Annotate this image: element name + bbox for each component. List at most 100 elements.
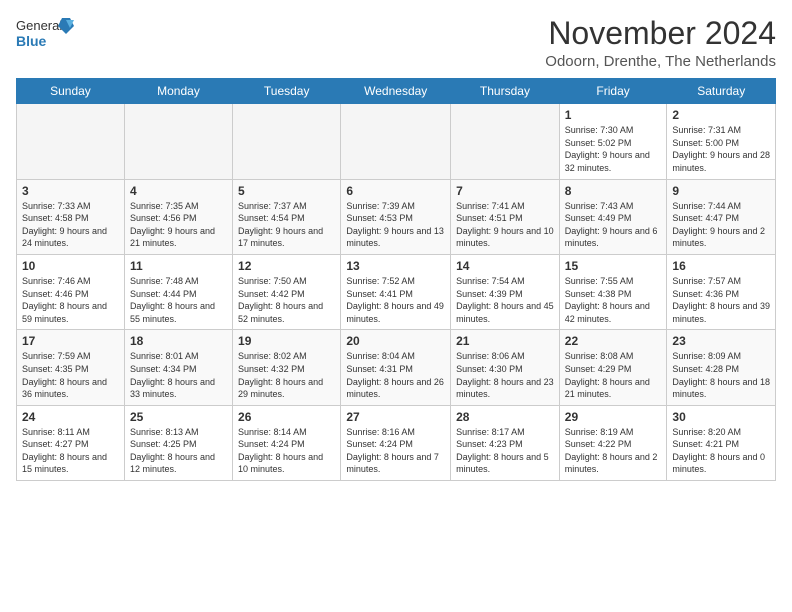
calendar-cell: 18Sunrise: 8:01 AMSunset: 4:34 PMDayligh… xyxy=(124,330,232,405)
calendar-cell xyxy=(233,104,341,179)
day-number: 25 xyxy=(130,410,227,424)
calendar-cell: 17Sunrise: 7:59 AMSunset: 4:35 PMDayligh… xyxy=(17,330,125,405)
calendar-cell: 23 Sunrise: 8:09 AMSunset: 4:28 PMDayligh… xyxy=(667,330,776,405)
day-info: Sunrise: 8:20 AMSunset: 4:21 PMDaylight:… xyxy=(672,426,770,476)
calendar-cell: 11 Sunrise: 7:48 AMSunset: 4:44 PMDayligh… xyxy=(124,254,232,329)
day-number: 3 xyxy=(22,184,119,198)
day-info: Sunrise: 7:44 AMSunset: 4:47 PMDaylight:… xyxy=(672,200,770,250)
calendar-cell xyxy=(451,104,560,179)
day-number: 17 xyxy=(22,334,119,348)
day-info: Sunrise: 8:02 AMSunset: 4:32 PMDaylight:… xyxy=(238,350,335,400)
day-number: 11 xyxy=(130,259,227,273)
day-number: 19 xyxy=(238,334,335,348)
calendar-cell: 21 Sunrise: 8:06 AMSunset: 4:30 PMDayligh… xyxy=(451,330,560,405)
day-info: Sunrise: 7:41 AMSunset: 4:51 PMDaylight:… xyxy=(456,200,554,250)
day-number: 9 xyxy=(672,184,770,198)
calendar-cell: 2 Sunrise: 7:31 AMSunset: 5:00 PMDaylight… xyxy=(667,104,776,179)
calendar-cell: 13Sunrise: 7:52 AMSunset: 4:41 PMDayligh… xyxy=(341,254,451,329)
day-info: Sunrise: 7:50 AMSunset: 4:42 PMDaylight:… xyxy=(238,275,335,325)
day-info: Sunrise: 8:11 AMSunset: 4:27 PMDaylight:… xyxy=(22,426,119,476)
month-title: November 2024 xyxy=(545,16,776,51)
calendar-cell: 27Sunrise: 8:16 AMSunset: 4:24 PMDayligh… xyxy=(341,405,451,480)
day-number: 21 xyxy=(456,334,554,348)
weekday-header-friday: Friday xyxy=(559,79,667,104)
calendar-cell: 16Sunrise: 7:57 AMSunset: 4:36 PMDayligh… xyxy=(667,254,776,329)
day-info: Sunrise: 7:33 AMSunset: 4:58 PMDaylight:… xyxy=(22,200,119,250)
calendar-cell: 9 Sunrise: 7:44 AMSunset: 4:47 PMDaylight… xyxy=(667,179,776,254)
calendar-cell: 22Sunrise: 8:08 AMSunset: 4:29 PMDayligh… xyxy=(559,330,667,405)
calendar-week-5: 24 Sunrise: 8:11 AMSunset: 4:27 PMDayligh… xyxy=(17,405,776,480)
calendar-body: 1 Sunrise: 7:30 AMSunset: 5:02 PMDaylight… xyxy=(17,104,776,481)
day-number: 1 xyxy=(565,108,662,122)
day-info: Sunrise: 7:57 AMSunset: 4:36 PMDaylight:… xyxy=(672,275,770,325)
day-number: 29 xyxy=(565,410,662,424)
calendar-table: SundayMondayTuesdayWednesdayThursdayFrid… xyxy=(16,78,776,481)
day-info: Sunrise: 7:35 AMSunset: 4:56 PMDaylight:… xyxy=(130,200,227,250)
calendar-cell: 25 Sunrise: 8:13 AMSunset: 4:25 PMDayligh… xyxy=(124,405,232,480)
day-info: Sunrise: 8:14 AMSunset: 4:24 PMDaylight:… xyxy=(238,426,335,476)
day-info: Sunrise: 7:30 AMSunset: 5:02 PMDaylight:… xyxy=(565,124,662,174)
calendar-cell: 8Sunrise: 7:43 AMSunset: 4:49 PMDaylight… xyxy=(559,179,667,254)
day-info: Sunrise: 8:13 AMSunset: 4:25 PMDaylight:… xyxy=(130,426,227,476)
day-number: 23 xyxy=(672,334,770,348)
calendar-cell: 6Sunrise: 7:39 AMSunset: 4:53 PMDaylight… xyxy=(341,179,451,254)
day-info: Sunrise: 8:16 AMSunset: 4:24 PMDaylight:… xyxy=(346,426,445,476)
calendar-cell: 4 Sunrise: 7:35 AMSunset: 4:56 PMDaylight… xyxy=(124,179,232,254)
day-info: Sunrise: 7:31 AMSunset: 5:00 PMDaylight:… xyxy=(672,124,770,174)
day-number: 4 xyxy=(130,184,227,198)
calendar-cell xyxy=(17,104,125,179)
calendar-week-2: 3 Sunrise: 7:33 AMSunset: 4:58 PMDaylight… xyxy=(17,179,776,254)
day-number: 10 xyxy=(22,259,119,273)
day-info: Sunrise: 7:55 AMSunset: 4:38 PMDaylight:… xyxy=(565,275,662,325)
day-number: 12 xyxy=(238,259,335,273)
day-info: Sunrise: 8:04 AMSunset: 4:31 PMDaylight:… xyxy=(346,350,445,400)
day-info: Sunrise: 8:08 AMSunset: 4:29 PMDaylight:… xyxy=(565,350,662,400)
calendar-cell xyxy=(341,104,451,179)
location-subtitle: Odoorn, Drenthe, The Netherlands xyxy=(545,53,776,70)
svg-text:Blue: Blue xyxy=(16,33,47,49)
calendar-cell xyxy=(124,104,232,179)
day-info: Sunrise: 7:54 AMSunset: 4:39 PMDaylight:… xyxy=(456,275,554,325)
calendar-week-4: 17Sunrise: 7:59 AMSunset: 4:35 PMDayligh… xyxy=(17,330,776,405)
day-info: Sunrise: 8:17 AMSunset: 4:23 PMDaylight:… xyxy=(456,426,554,476)
day-number: 13 xyxy=(346,259,445,273)
calendar-cell: 20Sunrise: 8:04 AMSunset: 4:31 PMDayligh… xyxy=(341,330,451,405)
day-number: 28 xyxy=(456,410,554,424)
day-number: 6 xyxy=(346,184,445,198)
svg-text:General: General xyxy=(16,18,62,33)
calendar-cell: 10 Sunrise: 7:46 AMSunset: 4:46 PMDayligh… xyxy=(17,254,125,329)
day-info: Sunrise: 7:43 AMSunset: 4:49 PMDaylight:… xyxy=(565,200,662,250)
weekday-header-row: SundayMondayTuesdayWednesdayThursdayFrid… xyxy=(17,79,776,104)
day-info: Sunrise: 8:06 AMSunset: 4:30 PMDaylight:… xyxy=(456,350,554,400)
weekday-header-monday: Monday xyxy=(124,79,232,104)
weekday-header-tuesday: Tuesday xyxy=(233,79,341,104)
calendar-cell: 29Sunrise: 8:19 AMSunset: 4:22 PMDayligh… xyxy=(559,405,667,480)
calendar-week-1: 1 Sunrise: 7:30 AMSunset: 5:02 PMDaylight… xyxy=(17,104,776,179)
day-number: 30 xyxy=(672,410,770,424)
day-info: Sunrise: 7:37 AMSunset: 4:54 PMDaylight:… xyxy=(238,200,335,250)
page-container: GeneralBlue November 2024 Odoorn, Drenth… xyxy=(0,0,792,489)
calendar-cell: 1 Sunrise: 7:30 AMSunset: 5:02 PMDaylight… xyxy=(559,104,667,179)
day-number: 15 xyxy=(565,259,662,273)
calendar-cell: 14 Sunrise: 7:54 AMSunset: 4:39 PMDayligh… xyxy=(451,254,560,329)
calendar-cell: 26Sunrise: 8:14 AMSunset: 4:24 PMDayligh… xyxy=(233,405,341,480)
calendar-header: SundayMondayTuesdayWednesdayThursdayFrid… xyxy=(17,79,776,104)
weekday-header-thursday: Thursday xyxy=(451,79,560,104)
calendar-cell: 24 Sunrise: 8:11 AMSunset: 4:27 PMDayligh… xyxy=(17,405,125,480)
calendar-cell: 5Sunrise: 7:37 AMSunset: 4:54 PMDaylight… xyxy=(233,179,341,254)
day-number: 2 xyxy=(672,108,770,122)
calendar-cell: 15 Sunrise: 7:55 AMSunset: 4:38 PMDayligh… xyxy=(559,254,667,329)
day-number: 7 xyxy=(456,184,554,198)
day-number: 24 xyxy=(22,410,119,424)
logo-icon: GeneralBlue xyxy=(16,16,76,54)
header: GeneralBlue November 2024 Odoorn, Drenth… xyxy=(16,16,776,70)
day-number: 14 xyxy=(456,259,554,273)
weekday-header-wednesday: Wednesday xyxy=(341,79,451,104)
day-info: Sunrise: 8:09 AMSunset: 4:28 PMDaylight:… xyxy=(672,350,770,400)
calendar-cell: 7 Sunrise: 7:41 AMSunset: 4:51 PMDaylight… xyxy=(451,179,560,254)
day-info: Sunrise: 7:48 AMSunset: 4:44 PMDaylight:… xyxy=(130,275,227,325)
day-info: Sunrise: 8:01 AMSunset: 4:34 PMDaylight:… xyxy=(130,350,227,400)
day-info: Sunrise: 7:46 AMSunset: 4:46 PMDaylight:… xyxy=(22,275,119,325)
calendar-cell: 12 Sunrise: 7:50 AMSunset: 4:42 PMDayligh… xyxy=(233,254,341,329)
calendar-cell: 28 Sunrise: 8:17 AMSunset: 4:23 PMDayligh… xyxy=(451,405,560,480)
